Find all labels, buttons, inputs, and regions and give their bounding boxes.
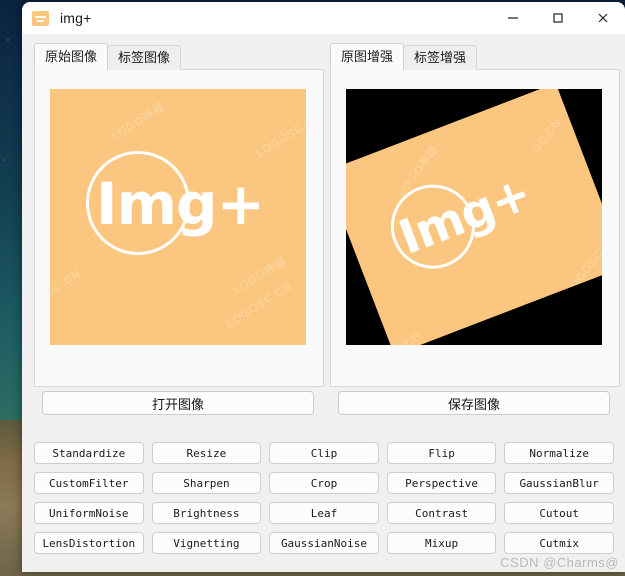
preview-watermark: LOGO神器 bbox=[568, 276, 602, 332]
left-tabstrip: 原始图像 标签图像 bbox=[34, 43, 324, 70]
op-button-normalize[interactable]: Normalize bbox=[504, 442, 614, 464]
op-button-gaussiannoise[interactable]: GaussianNoise bbox=[269, 532, 379, 554]
tab-original-image[interactable]: 原始图像 bbox=[34, 43, 109, 70]
logo-wordmark: Img+ bbox=[96, 170, 265, 238]
open-image-label: 打开图像 bbox=[151, 396, 204, 412]
op-button-vignetting[interactable]: Vignetting bbox=[151, 532, 262, 554]
op-button-standardize[interactable]: Standardize bbox=[34, 442, 144, 464]
op-button-leaf[interactable]: Leaf bbox=[269, 502, 379, 524]
op-button-cutmix[interactable]: Cutmix bbox=[504, 532, 614, 554]
window-controls bbox=[490, 2, 625, 34]
preview-watermark: LOGOSC.CN bbox=[254, 110, 306, 160]
csdn-watermark: CSDN @Charms@ bbox=[500, 555, 619, 570]
save-image-label: 保存图像 bbox=[447, 396, 500, 412]
window-content: 原始图像 标签图像 Img+ LOGO神器 LOGOSC.CN SC.CN LO… bbox=[22, 34, 625, 572]
op-button-customfilter[interactable]: CustomFilter bbox=[34, 472, 144, 494]
application-window: img+ 原始图像 标签图像 Img+ LOGO神器 LOGOSC.CN SC.… bbox=[22, 2, 625, 572]
logo-card: Img+ LOGO神器 LOGOSC.CN SC.CN LOGO神器 LOGOS… bbox=[50, 89, 306, 345]
left-tab-body: Img+ LOGO神器 LOGOSC.CN SC.CN LOGO神器 LOGOS… bbox=[34, 69, 324, 387]
window-title: img+ bbox=[60, 10, 92, 26]
op-button-mixup[interactable]: Mixup bbox=[386, 532, 497, 554]
op-button-flip[interactable]: Flip bbox=[386, 442, 497, 464]
save-image-button[interactable]: 保存图像 bbox=[338, 391, 610, 415]
original-image-panel: 原始图像 标签图像 Img+ LOGO神器 LOGOSC.CN SC.CN LO… bbox=[34, 43, 324, 429]
operations-grid: Standardize Resize Clip Flip Normalize C… bbox=[34, 442, 614, 554]
open-image-button[interactable]: 打开图像 bbox=[42, 391, 314, 415]
right-tabstrip: 原图增强 标签增强 bbox=[330, 43, 620, 70]
original-image-preview[interactable]: Img+ LOGO神器 LOGOSC.CN SC.CN LOGO神器 LOGOS… bbox=[50, 89, 306, 345]
augmented-image-panel: 原图增强 标签增强 Img+ LOGO神器 SC.CN SC.CN LOGOSC… bbox=[330, 43, 620, 429]
op-button-uniformnoise[interactable]: UniformNoise bbox=[34, 502, 144, 524]
op-button-crop[interactable]: Crop bbox=[269, 472, 379, 494]
op-button-lensdistortion[interactable]: LensDistortion bbox=[34, 532, 144, 554]
right-tab-body: Img+ LOGO神器 SC.CN SC.CN LOGOSC.C LOGO神器 bbox=[330, 69, 620, 387]
preview-watermark: LOGOSC.C bbox=[564, 237, 602, 298]
preview-watermark: SC.CN bbox=[390, 329, 423, 345]
op-button-resize[interactable]: Resize bbox=[151, 442, 262, 464]
logo-card-rotated: Img+ LOGO神器 SC.CN SC.CN LOGOSC.C LOGO神器 bbox=[346, 89, 602, 345]
op-button-perspective[interactable]: Perspective bbox=[386, 472, 497, 494]
tab-label-augment[interactable]: 标签增强 bbox=[403, 45, 478, 70]
tab-original-augment[interactable]: 原图增强 bbox=[330, 43, 405, 70]
preview-watermark: LOGO神器 bbox=[109, 100, 167, 143]
op-button-cutout[interactable]: Cutout bbox=[504, 502, 614, 524]
preview-watermark: SC.CN bbox=[530, 116, 565, 155]
preview-watermark: LOGOSC.CN bbox=[224, 280, 295, 330]
preview-watermark: SC.CN bbox=[50, 267, 84, 299]
augmented-image-preview[interactable]: Img+ LOGO神器 SC.CN SC.CN LOGOSC.C LOGO神器 bbox=[346, 89, 602, 345]
op-button-sharpen[interactable]: Sharpen bbox=[151, 472, 262, 494]
close-button[interactable] bbox=[580, 2, 625, 34]
op-button-gaussianblur[interactable]: GaussianBlur bbox=[504, 472, 614, 494]
tab-label-image[interactable]: 标签图像 bbox=[107, 45, 182, 70]
app-logo-icon bbox=[32, 10, 49, 26]
op-button-brightness[interactable]: Brightness bbox=[151, 502, 262, 524]
op-button-clip[interactable]: Clip bbox=[269, 442, 379, 464]
op-button-contrast[interactable]: Contrast bbox=[386, 502, 497, 524]
preview-watermark: LOGO神器 bbox=[231, 254, 289, 297]
maximize-button[interactable] bbox=[535, 2, 580, 34]
minimize-button[interactable] bbox=[490, 2, 535, 34]
title-bar: img+ bbox=[22, 2, 625, 34]
